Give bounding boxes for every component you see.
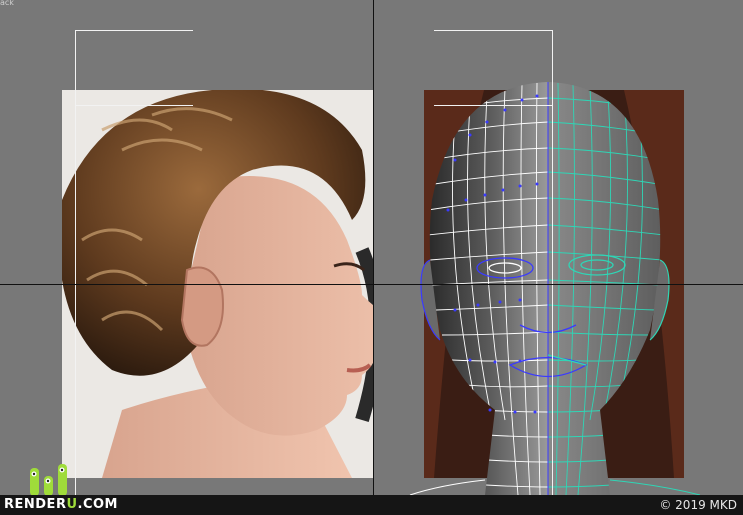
renderu-logo xyxy=(30,464,67,496)
frame-right-inner xyxy=(434,105,552,106)
crosshair-vertical xyxy=(373,0,374,495)
frame-right-top xyxy=(434,30,552,31)
frame-right-vertical xyxy=(552,30,553,495)
frame-left-inner xyxy=(75,105,193,106)
head-wireframe-mesh[interactable] xyxy=(0,0,743,515)
3d-viewport[interactable]: ack RENDERU.COM © 2019 MKD xyxy=(0,0,743,515)
frame-left-top xyxy=(75,30,193,31)
copyright-text: © 2019 MKD xyxy=(659,498,737,512)
crosshair-horizontal xyxy=(0,284,743,285)
brand-text: RENDERU.COM xyxy=(4,497,118,512)
frame-left-vertical xyxy=(75,30,76,495)
